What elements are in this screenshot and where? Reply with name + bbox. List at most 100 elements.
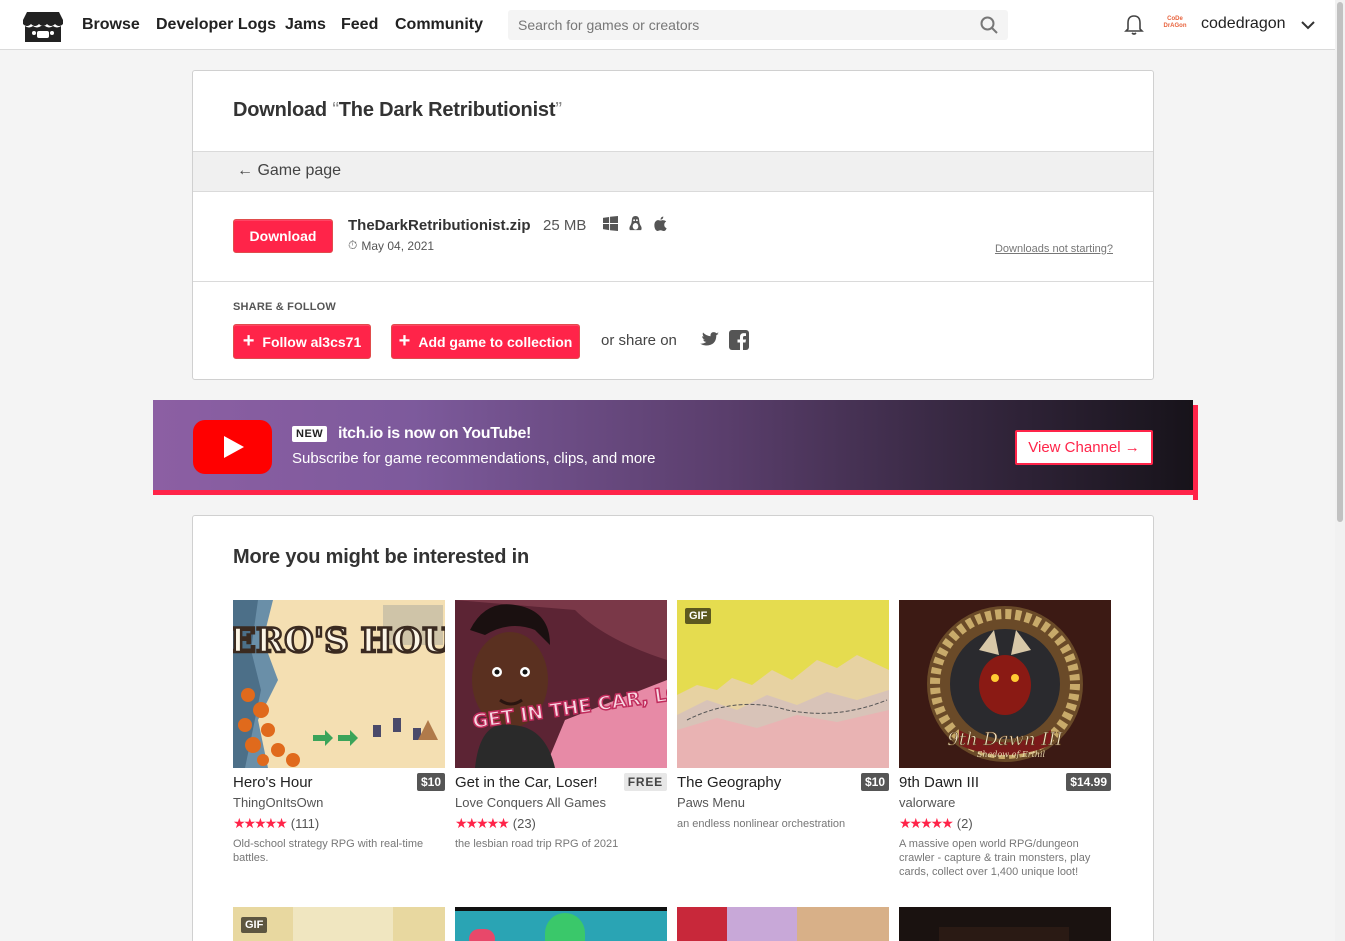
- geography-art: [677, 600, 889, 768]
- search-icon[interactable]: [980, 16, 998, 34]
- game-title[interactable]: Hero's Hour: [233, 774, 313, 791]
- game-thumbnail[interactable]: [455, 907, 667, 941]
- rating-count: (2): [956, 816, 973, 831]
- thumb-detail: [293, 907, 393, 941]
- game-title-row: Hero's Hour $10: [233, 773, 445, 791]
- itchio-logo-icon[interactable]: [23, 8, 63, 44]
- car-loser-art: GET IN THE CAR, LOSER!: [455, 600, 667, 768]
- game-thumbnail[interactable]: GIF: [677, 600, 889, 768]
- download-row: Download TheDarkRetributionist.zip 25 MB…: [193, 192, 1153, 282]
- game-title[interactable]: Get in the Car, Loser!: [455, 774, 598, 791]
- game-title-row: 9th Dawn III $14.99: [899, 773, 1111, 791]
- ninth-dawn-text: 9th Dawn III: [947, 729, 1063, 750]
- download-card: Download “The Dark Retributionist” ← Gam…: [192, 70, 1154, 380]
- notification-bell-icon[interactable]: [1124, 14, 1144, 36]
- game-cell: HERO'S HOUR Hero's Hour $10 ThingOnItsOw…: [233, 600, 445, 865]
- youtube-logo-icon[interactable]: [193, 420, 272, 474]
- rating-count: (111): [290, 816, 320, 831]
- username[interactable]: codedragon: [1201, 15, 1286, 33]
- game-page-link[interactable]: ← Game page: [237, 162, 341, 180]
- facebook-icon[interactable]: [729, 330, 749, 350]
- game-rating: ★★★★★ (2): [899, 815, 1111, 832]
- star-rating-icon: ★★★★★: [233, 815, 288, 831]
- page-scrollbar[interactable]: [1335, 0, 1345, 941]
- new-badge: NEW: [292, 426, 328, 442]
- windows-icon: [603, 216, 618, 231]
- youtube-title: itch.io is now on YouTube!: [338, 425, 532, 442]
- game-title[interactable]: 9th Dawn III: [899, 774, 979, 791]
- game-cell: 9th Dawn III Shadow of Erthil 9th Dawn I…: [899, 600, 1111, 879]
- thumb-detail: [455, 907, 667, 911]
- nav-community[interactable]: Community: [395, 0, 483, 50]
- search-box: [508, 10, 1008, 40]
- star-rating-icon: ★★★★★: [455, 815, 510, 831]
- price-badge: $10: [416, 773, 445, 791]
- collect-label: Add game to collection: [418, 333, 573, 350]
- plus-icon: +: [398, 329, 411, 352]
- apple-icon: [654, 216, 667, 231]
- price-badge: $10: [860, 773, 889, 791]
- file-name: TheDarkRetributionist.zip: [348, 217, 531, 234]
- nav-jams[interactable]: Jams: [285, 0, 326, 50]
- title-prefix: Download: [233, 99, 327, 121]
- nav-developer-logs[interactable]: Developer Logs: [156, 0, 276, 50]
- game-author[interactable]: ThingOnItsOwn: [233, 795, 445, 810]
- back-row: ← Game page: [193, 151, 1153, 192]
- download-button[interactable]: Download: [233, 219, 333, 253]
- game-thumbnail[interactable]: 9th Dawn III Shadow of Erthil: [899, 600, 1111, 768]
- game-cell: GET IN THE CAR, LOSER! Get in the Car, L…: [455, 600, 667, 851]
- view-channel-button[interactable]: View Channel →: [1015, 430, 1153, 465]
- thumb-detail: [469, 929, 495, 941]
- page-title: Download “The Dark Retributionist”: [233, 99, 562, 122]
- game-description: Old-school strategy RPG with real-time b…: [233, 838, 424, 864]
- twitter-icon[interactable]: [699, 330, 719, 350]
- stopwatch-icon: ⏱: [348, 238, 358, 252]
- game-rating: ★★★★★ (111): [233, 815, 445, 832]
- game-thumbnail[interactable]: [899, 907, 1111, 941]
- game-thumbnail[interactable]: [677, 907, 889, 941]
- game-author[interactable]: valorware: [899, 795, 1111, 810]
- site-header: Browse Developer Logs Jams Feed Communit…: [0, 0, 1335, 50]
- search-input[interactable]: [508, 10, 968, 40]
- downloads-not-starting-link[interactable]: Downloads not starting?: [995, 243, 1113, 255]
- game-page-label: Game page: [257, 162, 342, 179]
- ninth-dawn-art: 9th Dawn III Shadow of Erthil: [899, 600, 1111, 768]
- price-badge: $14.99: [1066, 773, 1111, 791]
- gif-badge: GIF: [241, 917, 268, 933]
- heros-hour-text: HERO'S HOUR: [233, 621, 445, 661]
- game-thumbnail[interactable]: HERO'S HOUR: [233, 600, 445, 768]
- file-date: ⏱ May 04, 2021: [348, 238, 434, 253]
- avatar[interactable]: CoDe DrAGon: [1160, 12, 1190, 38]
- arrow-left-icon: ←: [237, 162, 253, 179]
- ninth-dawn-subtitle: Shadow of Erthil: [977, 750, 1046, 759]
- thumb-detail: [677, 907, 727, 941]
- follow-label: Follow al3cs71: [262, 333, 362, 350]
- plus-icon: +: [242, 329, 255, 352]
- game-title: The Dark Retributionist: [338, 99, 556, 121]
- rating-count: (23): [512, 816, 536, 831]
- game-description: the lesbian road trip RPG of 2021: [455, 838, 619, 850]
- gif-badge: GIF: [685, 608, 712, 624]
- game-title-row: The Geography $10: [677, 773, 889, 791]
- game-author[interactable]: Paws Menu: [677, 795, 889, 810]
- game-title[interactable]: The Geography: [677, 774, 781, 791]
- price-badge: FREE: [623, 773, 667, 791]
- thumb-detail: [797, 907, 889, 941]
- add-to-collection-button[interactable]: + Add game to collection: [391, 324, 580, 359]
- thumb-detail: [939, 927, 1069, 941]
- file-date-value: May 04, 2021: [361, 238, 435, 253]
- follow-button[interactable]: + Follow al3cs71: [233, 324, 371, 359]
- recommendations-title: More you might be interested in: [233, 546, 530, 568]
- game-rating: ★★★★★ (23): [455, 815, 667, 832]
- star-rating-icon: ★★★★★: [899, 815, 954, 831]
- nav-feed[interactable]: Feed: [341, 0, 378, 50]
- game-cell: GIF The Geography $10 Paws Menu an endle…: [677, 600, 889, 831]
- game-thumbnail[interactable]: GIF: [233, 907, 445, 941]
- nav-browse[interactable]: Browse: [82, 0, 140, 50]
- recommendations-card: More you might be interested in HERO'S H…: [192, 515, 1154, 941]
- chevron-down-icon[interactable]: [1300, 17, 1316, 33]
- scrollbar-thumb[interactable]: [1337, 2, 1343, 522]
- heros-hour-art: HERO'S HOUR: [233, 600, 445, 768]
- game-author[interactable]: Love Conquers All Games: [455, 795, 667, 810]
- game-thumbnail[interactable]: GET IN THE CAR, LOSER!: [455, 600, 667, 768]
